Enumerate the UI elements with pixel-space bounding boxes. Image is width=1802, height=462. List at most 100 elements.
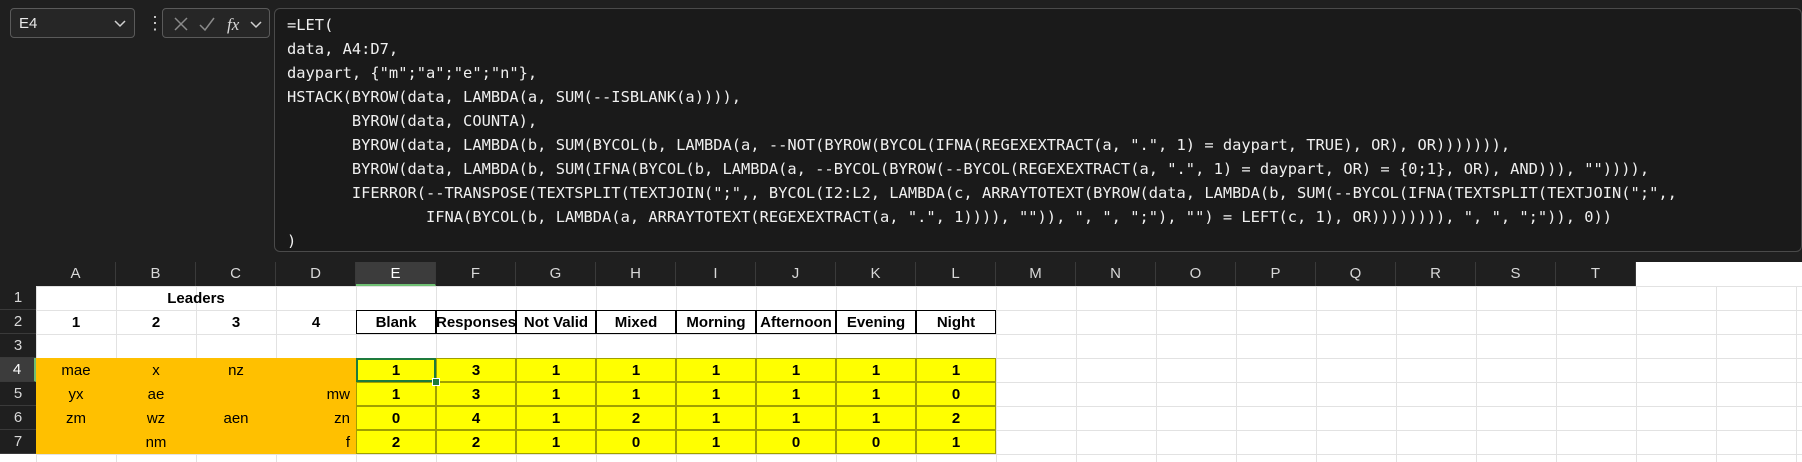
data-cell[interactable]: x xyxy=(116,358,196,382)
result-header-cell[interactable]: Morning xyxy=(676,310,756,334)
column-header-e[interactable]: E xyxy=(356,262,436,286)
result-cell[interactable]: 1 xyxy=(516,382,596,406)
result-header-cell[interactable]: Mixed xyxy=(596,310,676,334)
data-cell[interactable]: mw xyxy=(276,382,356,406)
data-cell[interactable]: aen xyxy=(196,406,276,430)
result-cell[interactable]: 1 xyxy=(836,382,916,406)
data-cell[interactable]: yx xyxy=(36,382,116,406)
column-header-o[interactable]: O xyxy=(1156,262,1236,286)
result-cell[interactable]: 1 xyxy=(596,382,676,406)
data-cell[interactable]: wz xyxy=(116,406,196,430)
result-cell[interactable]: 0 xyxy=(756,430,836,454)
data-cell[interactable]: zm xyxy=(36,406,116,430)
fill-handle[interactable] xyxy=(432,378,440,386)
worksheet-grid[interactable]: ABCDEFGHIJKLMNOPQRST 1234567 Leaders 1 2 3 4… xyxy=(0,262,1802,462)
leader-number-cell[interactable]: 3 xyxy=(196,310,276,334)
result-cell[interactable]: 2 xyxy=(596,406,676,430)
chevron-down-icon[interactable] xyxy=(112,15,128,31)
data-cell[interactable] xyxy=(196,382,276,406)
data-cell[interactable]: zn xyxy=(276,406,356,430)
result-cell[interactable]: 1 xyxy=(676,430,756,454)
result-cell[interactable]: 0 xyxy=(596,430,676,454)
column-header-l[interactable]: L xyxy=(916,262,996,286)
result-cell[interactable]: 1 xyxy=(756,382,836,406)
result-cell[interactable]: 0 xyxy=(836,430,916,454)
result-cell[interactable]: 1 xyxy=(916,358,996,382)
result-header-cell[interactable]: Blank xyxy=(356,310,436,334)
data-cell[interactable]: mae xyxy=(36,358,116,382)
row-header-2[interactable]: 2 xyxy=(0,310,36,334)
result-cell[interactable]: 2 xyxy=(436,430,516,454)
result-cell[interactable]: 1 xyxy=(916,430,996,454)
result-header-cell[interactable]: Evening xyxy=(836,310,916,334)
leaders-title-cell[interactable]: Leaders xyxy=(36,286,356,310)
data-cell[interactable] xyxy=(36,430,116,454)
chevron-down-icon[interactable] xyxy=(249,14,263,34)
formula-line: daypart, {"m";"a";"e";"n"}, xyxy=(287,64,538,82)
result-cell[interactable]: 1 xyxy=(516,406,596,430)
result-cell[interactable]: 3 xyxy=(436,358,516,382)
column-header-q[interactable]: Q xyxy=(1316,262,1396,286)
result-cell[interactable]: 1 xyxy=(676,382,756,406)
result-cell[interactable]: 1 xyxy=(676,406,756,430)
more-options-icon[interactable]: ⋮ xyxy=(146,12,164,34)
leader-number-cell[interactable]: 4 xyxy=(276,310,356,334)
column-header-m[interactable]: M xyxy=(996,262,1076,286)
column-header-r[interactable]: R xyxy=(1396,262,1476,286)
result-cell[interactable]: 4 xyxy=(436,406,516,430)
data-cell[interactable] xyxy=(276,358,356,382)
enter-check-icon[interactable] xyxy=(197,14,217,34)
row-header-6[interactable]: 6 xyxy=(0,406,36,430)
data-cell[interactable] xyxy=(196,430,276,454)
data-cell[interactable]: nz xyxy=(196,358,276,382)
result-cell[interactable]: 1 xyxy=(356,382,436,406)
column-header-s[interactable]: S xyxy=(1476,262,1556,286)
result-cell[interactable]: 1 xyxy=(596,358,676,382)
leader-number-cell[interactable]: 1 xyxy=(36,310,116,334)
active-cell-e4[interactable]: 1 xyxy=(356,358,436,382)
data-cell[interactable]: ae xyxy=(116,382,196,406)
result-cell[interactable]: 3 xyxy=(436,382,516,406)
column-header-g[interactable]: G xyxy=(516,262,596,286)
column-header-c[interactable]: C xyxy=(196,262,276,286)
column-header-d[interactable]: D xyxy=(276,262,356,286)
result-cell[interactable]: 0 xyxy=(356,406,436,430)
column-header-p[interactable]: P xyxy=(1236,262,1316,286)
row-header-3[interactable]: 3 xyxy=(0,334,36,358)
row-header-5[interactable]: 5 xyxy=(0,382,36,406)
result-header-cell[interactable]: Not Valid xyxy=(516,310,596,334)
column-header-n[interactable]: N xyxy=(1076,262,1156,286)
column-header-j[interactable]: J xyxy=(756,262,836,286)
row-header-4[interactable]: 4 xyxy=(0,358,36,382)
row-header-7[interactable]: 7 xyxy=(0,430,36,454)
result-header-cell[interactable]: Responses xyxy=(436,310,516,334)
column-header-a[interactable]: A xyxy=(36,262,116,286)
result-cell[interactable]: 1 xyxy=(756,358,836,382)
select-all-corner[interactable] xyxy=(0,262,36,286)
result-cell[interactable]: 2 xyxy=(916,406,996,430)
result-cell[interactable]: 1 xyxy=(836,358,916,382)
result-cell[interactable]: 1 xyxy=(756,406,836,430)
result-cell[interactable]: 2 xyxy=(356,430,436,454)
name-box[interactable]: E4 xyxy=(10,8,135,38)
insert-function-icon[interactable]: fx xyxy=(225,14,249,34)
result-cell[interactable]: 1 xyxy=(516,358,596,382)
column-header-b[interactable]: B xyxy=(116,262,196,286)
result-header-cell[interactable]: Afternoon xyxy=(756,310,836,334)
result-cell[interactable]: 0 xyxy=(916,382,996,406)
data-cell[interactable]: nm xyxy=(116,430,196,454)
row-header-1[interactable]: 1 xyxy=(0,286,36,310)
result-cell[interactable]: 1 xyxy=(836,406,916,430)
data-cell[interactable]: f xyxy=(276,430,356,454)
leader-number-cell[interactable]: 2 xyxy=(116,310,196,334)
column-header-k[interactable]: K xyxy=(836,262,916,286)
column-header-i[interactable]: I xyxy=(676,262,756,286)
column-header-t[interactable]: T xyxy=(1556,262,1636,286)
result-header-cell[interactable]: Night xyxy=(916,310,996,334)
formula-input[interactable]: =LET( data, A4:D7, daypart, {"m";"a";"e"… xyxy=(274,8,1802,252)
column-header-f[interactable]: F xyxy=(436,262,516,286)
cancel-icon[interactable] xyxy=(171,14,191,34)
column-header-h[interactable]: H xyxy=(596,262,676,286)
result-cell[interactable]: 1 xyxy=(516,430,596,454)
result-cell[interactable]: 1 xyxy=(676,358,756,382)
